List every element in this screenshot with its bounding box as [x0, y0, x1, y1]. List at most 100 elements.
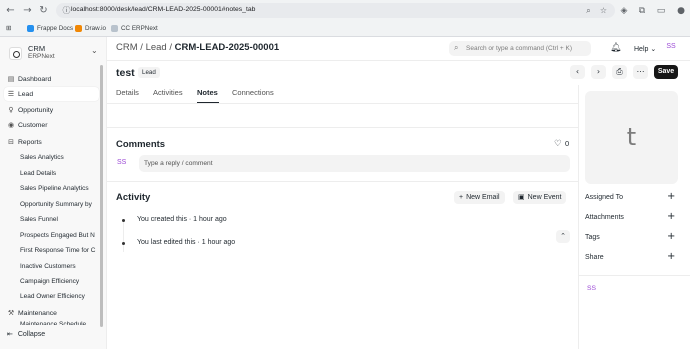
tags-label: Tags [585, 234, 600, 241]
browser-chrome: ← → ↻ ⓘ localhost:8000/desk/lead/CRM-LEA… [0, 0, 690, 37]
chevron-up-icon[interactable]: ⌃ [556, 230, 570, 243]
breadcrumb: CRM / Lead / CRM-LEAD-2025-00001 [116, 42, 279, 53]
status-badge: Lead [138, 67, 160, 78]
timeline-dot [122, 242, 125, 245]
help-dropdown[interactable]: Help ⌄ [634, 45, 656, 53]
tab-notes[interactable]: Notes [197, 88, 218, 97]
tab-activities[interactable]: Activities [153, 88, 183, 97]
url-text[interactable]: localhost:8000/desk/lead/CRM-LEAD-2025-0… [71, 6, 255, 13]
search-bar[interactable]: ⌕ Search or type a command (Ctrl + K) [449, 41, 591, 56]
chevron-down-icon: ⌄ [650, 45, 657, 53]
sidepanel-divider [578, 275, 690, 276]
activity-item: You last edited this · 1 hour ago [137, 239, 236, 246]
comment-placeholder: Type a reply / comment [144, 160, 213, 167]
bell-icon[interactable]: 🔔︎ [610, 43, 621, 53]
report-link[interactable]: Sales Analytics [20, 150, 100, 164]
search-placeholder[interactable]: Search or type a command (Ctrl + K) [466, 45, 572, 52]
address-bar[interactable]: ⓘ localhost:8000/desk/lead/CRM-LEAD-2025… [56, 3, 615, 18]
app-logo[interactable] [9, 47, 22, 60]
next-doc-button[interactable]: › [591, 65, 606, 79]
breadcrumb-crm[interactable]: CRM [116, 42, 138, 53]
comments-heading: Comments [116, 139, 166, 150]
report-link[interactable]: Sales Funnel [20, 212, 100, 226]
wrench-icon: ⚒ [7, 309, 15, 317]
add-assignee-icon[interactable]: + [667, 191, 675, 202]
sidebar-item-lead[interactable]: ☰ Lead [4, 87, 99, 101]
calendar-icon: ▣ [518, 193, 525, 201]
report-link[interactable]: Campaign Efficiency [20, 274, 100, 288]
app-name[interactable]: CRM [28, 44, 45, 53]
chevron-down-icon[interactable]: ⌄ [91, 46, 98, 55]
extension-icon[interactable]: ◈ [618, 5, 630, 17]
activity-item: You created this · 1 hour ago [137, 216, 227, 223]
report-link[interactable]: Lead Owner Efficiency [20, 289, 100, 303]
doc-image-placeholder[interactable]: t [585, 91, 678, 184]
prev-doc-button[interactable]: ‹ [570, 65, 585, 79]
new-event-button[interactable]: ▣ New Event [513, 191, 567, 204]
assigned-to-label: Assigned To [585, 194, 624, 201]
app-subtitle: ERPNext [28, 53, 55, 60]
sidepanel-divider [578, 85, 579, 349]
save-button[interactable]: Save [654, 65, 678, 79]
search-icon: ⌕ [454, 43, 459, 52]
comment-input[interactable]: Type a reply / comment [139, 155, 570, 172]
sidebar: CRM ERPNext ⌄ ▤ Dashboard ☰ Lead ♀ Opportun… [0, 37, 107, 349]
user-avatar[interactable]: SS [664, 43, 678, 55]
bookmark-frappe-docs[interactable]: Frappe Docs [27, 23, 73, 34]
customer-icon: ◉ [7, 121, 15, 129]
sidebar-item-customer[interactable]: ◉ Customer [4, 118, 99, 132]
timeline-line [123, 222, 124, 252]
bookmark-star-icon[interactable]: ☆ [598, 5, 609, 16]
print-icon[interactable]: ⎙ [612, 65, 627, 79]
breadcrumb-current: CRM-LEAD-2025-00001 [174, 42, 280, 53]
split-view-icon[interactable]: ▭ [655, 5, 667, 17]
tabs-divider [107, 103, 578, 104]
plus-icon: + [459, 194, 464, 201]
attachments-label: Attachments [585, 214, 624, 221]
image-initial: t [626, 123, 637, 151]
report-link[interactable]: Sales Pipeline Analytics [20, 181, 100, 195]
forward-icon[interactable]: → [22, 5, 33, 16]
apps-icon[interactable]: ⊞ [6, 23, 11, 34]
collapse-sidebar-button[interactable]: ⇤ Collapse [7, 330, 45, 338]
report-link[interactable]: First Response Time for C [20, 243, 100, 257]
profile-icon[interactable]: ● [675, 5, 687, 17]
sidebar-item-maintenance[interactable]: ⚒ Maintenance [4, 306, 99, 320]
new-email-button[interactable]: + New Email [454, 191, 505, 204]
sidebar-clip [0, 325, 100, 329]
add-share-icon[interactable]: + [667, 251, 675, 262]
report-link[interactable]: Inactive Customers [20, 259, 100, 273]
lead-icon: ☰ [7, 90, 15, 98]
add-attachment-icon[interactable]: + [667, 211, 675, 222]
report-link[interactable]: Opportunity Summary by [20, 197, 100, 211]
heart-icon[interactable]: ♡ [554, 139, 562, 149]
report-link[interactable]: Lead Details [20, 166, 100, 180]
globe-icon [111, 25, 118, 32]
collapse-icon: ⇤ [7, 330, 13, 338]
page-title: test [116, 67, 135, 79]
more-menu-icon[interactable]: ⋯ [633, 65, 648, 79]
dashboard-icon: ▤ [7, 75, 15, 83]
section-divider [107, 127, 578, 128]
like-count: 0 [565, 139, 570, 148]
folder-icon [27, 25, 34, 32]
breadcrumb-lead[interactable]: Lead [146, 42, 167, 53]
sidebar-scrollbar[interactable] [100, 65, 103, 327]
sidebar-item-dashboard[interactable]: ▤ Dashboard [4, 72, 99, 86]
tab-connections[interactable]: Connections [232, 88, 274, 97]
sidebar-item-opportunity[interactable]: ♀ Opportunity [4, 103, 99, 117]
tab-details[interactable]: Details [116, 88, 139, 97]
zoom-icon[interactable]: ⌕ [583, 5, 594, 16]
report-link[interactable]: Prospects Engaged But N [20, 228, 100, 242]
puzzle-icon[interactable]: ⧉ [636, 5, 648, 17]
reports-icon: ⊟ [8, 138, 14, 146]
add-tag-icon[interactable]: + [667, 231, 675, 242]
sidebar-item-reports[interactable]: ⊟ Reports [4, 135, 99, 149]
navbar-divider [107, 60, 690, 61]
owner-avatar: SS [587, 285, 597, 292]
drawio-icon [75, 25, 82, 32]
back-icon[interactable]: ← [5, 5, 16, 16]
bookmark-drawio[interactable]: Draw.io [75, 23, 106, 34]
bookmark-cc-erpnext[interactable]: CC ERPNext [111, 23, 158, 34]
reload-icon[interactable]: ↻ [38, 5, 49, 16]
